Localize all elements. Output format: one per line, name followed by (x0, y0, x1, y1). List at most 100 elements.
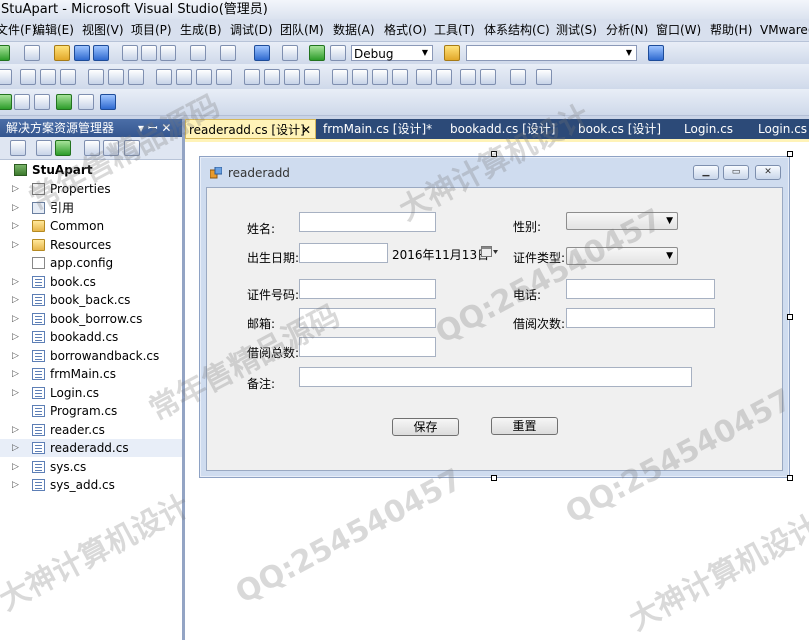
show-all-files-icon[interactable] (36, 140, 52, 156)
expand-arrow-icon[interactable]: ▷ (12, 199, 20, 217)
remark-input[interactable] (299, 367, 692, 387)
tab-login-2[interactable]: Login.cs (758, 119, 807, 139)
expand-arrow-icon[interactable]: ▷ (12, 365, 20, 383)
close-icon[interactable]: ✕ (755, 165, 781, 180)
expand-arrow-icon[interactable]: ▷ (12, 273, 20, 291)
menu-data[interactable]: 数据(A) (333, 19, 375, 41)
run-icon[interactable] (0, 94, 12, 110)
same-size-icon[interactable] (196, 69, 212, 85)
expand-arrow-icon[interactable]: ▷ (12, 291, 20, 309)
tab-order-icon[interactable] (510, 69, 526, 85)
v-spacing-icon[interactable] (332, 69, 348, 85)
save-icon[interactable] (74, 45, 90, 61)
menu-debug[interactable]: 调试(D) (230, 19, 273, 41)
toolbar-options-icon[interactable] (536, 69, 552, 85)
find-combo[interactable]: ▼ (466, 45, 637, 61)
resize-handle-top-right[interactable] (787, 151, 793, 157)
save-button[interactable]: 保存 (392, 418, 459, 436)
tab-book-design[interactable]: book.cs [设计] (578, 119, 661, 139)
calendar-icon[interactable] (481, 245, 499, 259)
align-right-icon[interactable] (60, 69, 76, 85)
menu-test[interactable]: 测试(S) (556, 19, 597, 41)
solution-config-select[interactable]: Debug ▼ (351, 45, 433, 61)
tree-item[interactable]: ▷ book_back.cs (0, 291, 182, 309)
grid-icon[interactable] (216, 69, 232, 85)
tree-item[interactable]: ▷ Resources (0, 236, 182, 254)
expand-arrow-icon[interactable]: ▷ (12, 347, 20, 365)
menu-format[interactable]: 格式(O) (384, 19, 427, 41)
email-input[interactable] (299, 308, 436, 328)
menu-view[interactable]: 视图(V) (82, 19, 124, 41)
menu-window[interactable]: 窗口(W) (656, 19, 701, 41)
tree-item[interactable]: ▷ book.cs (0, 273, 182, 291)
expand-arrow-icon[interactable]: ▷ (12, 180, 20, 198)
step-into-icon[interactable] (56, 94, 72, 110)
h-spacing-icon[interactable] (244, 69, 260, 85)
tab-bookadd-design[interactable]: bookadd.cs [设计] (450, 119, 555, 139)
menu-vmware[interactable]: VMware(R) (760, 19, 809, 41)
view-designer-icon[interactable] (103, 140, 119, 156)
align-top-icon[interactable] (88, 69, 104, 85)
tree-item[interactable]: app.config (0, 254, 182, 272)
tree-item[interactable]: ▷ Common (0, 217, 182, 235)
gender-select[interactable]: ▼ (566, 212, 678, 230)
menu-project[interactable]: 项目(P) (131, 19, 172, 41)
cut-icon[interactable] (122, 45, 138, 61)
center-v-icon[interactable] (436, 69, 452, 85)
tab-frmmain-design[interactable]: frmMain.cs [设计]* (323, 119, 432, 139)
navigate-icon[interactable] (254, 45, 270, 61)
tab-login[interactable]: Login.cs (684, 119, 733, 139)
expand-arrow-icon[interactable]: ▷ (12, 421, 20, 439)
tree-item[interactable]: ▷ frmMain.cs (0, 365, 182, 383)
tree-item[interactable]: ▷ borrowandback.cs (0, 347, 182, 365)
menu-architecture[interactable]: 体系结构(C) (484, 19, 550, 41)
resize-handle-right[interactable] (787, 314, 793, 320)
solution-explorer-icon[interactable] (648, 45, 664, 61)
pane-controls-icon[interactable]: ▾ ꟷ ✕ (138, 119, 171, 137)
properties-icon[interactable] (10, 140, 26, 156)
breakpoint-icon[interactable] (100, 94, 116, 110)
v-increase-icon[interactable] (352, 69, 368, 85)
resize-handle-bottom-right[interactable] (787, 475, 793, 481)
menu-edit[interactable]: 编辑(E) (33, 19, 74, 41)
forward-icon[interactable] (282, 45, 298, 61)
tree-item[interactable]: ▷ sys.cs (0, 458, 182, 476)
name-input[interactable] (299, 212, 436, 232)
borrow-total-input[interactable] (299, 337, 436, 357)
form-window[interactable]: readeradd ▁ ▭ ✕ 姓名: 性别: ▼ 出生日期: 2016年11月… (199, 156, 790, 478)
menu-analyze[interactable]: 分析(N) (606, 19, 648, 41)
resize-handle-bottom[interactable] (491, 475, 497, 481)
menu-tools[interactable]: 工具(T) (434, 19, 475, 41)
menu-help[interactable]: 帮助(H) (710, 19, 752, 41)
close-icon[interactable]: ✕ (301, 120, 311, 139)
same-width-icon[interactable] (156, 69, 172, 85)
step-over-icon[interactable] (34, 94, 50, 110)
add-item-icon[interactable] (24, 45, 40, 61)
expand-arrow-icon[interactable]: ▷ (12, 439, 20, 457)
class-diagram-icon[interactable] (124, 140, 140, 156)
align-bottom-icon[interactable] (128, 69, 144, 85)
id-type-select[interactable]: ▼ (566, 247, 678, 265)
step-icon[interactable] (14, 94, 30, 110)
minimize-icon[interactable]: ▁ (693, 165, 719, 180)
expand-arrow-icon[interactable]: ▷ (12, 384, 20, 402)
expand-arrow-icon[interactable]: ▷ (12, 310, 20, 328)
paste-icon[interactable] (160, 45, 176, 61)
save-all-icon[interactable] (93, 45, 109, 61)
align-middle-icon[interactable] (108, 69, 124, 85)
expand-arrow-icon[interactable]: ▷ (12, 476, 20, 494)
phone-input[interactable] (566, 279, 715, 299)
id-no-input[interactable] (299, 279, 436, 299)
start-debug-icon[interactable] (309, 45, 325, 61)
menu-build[interactable]: 生成(B) (180, 19, 222, 41)
center-h-icon[interactable] (416, 69, 432, 85)
menu-team[interactable]: 团队(M) (280, 19, 324, 41)
tree-item[interactable]: ▷ 引用 (0, 199, 182, 217)
maximize-icon[interactable]: ▭ (723, 165, 749, 180)
redo-icon[interactable] (220, 45, 236, 61)
reset-button[interactable]: 重置 (491, 417, 558, 435)
v-remove-icon[interactable] (392, 69, 408, 85)
view-code-icon[interactable] (84, 140, 100, 156)
open-folder-icon[interactable] (54, 45, 70, 61)
resize-handle-top[interactable] (491, 151, 497, 157)
